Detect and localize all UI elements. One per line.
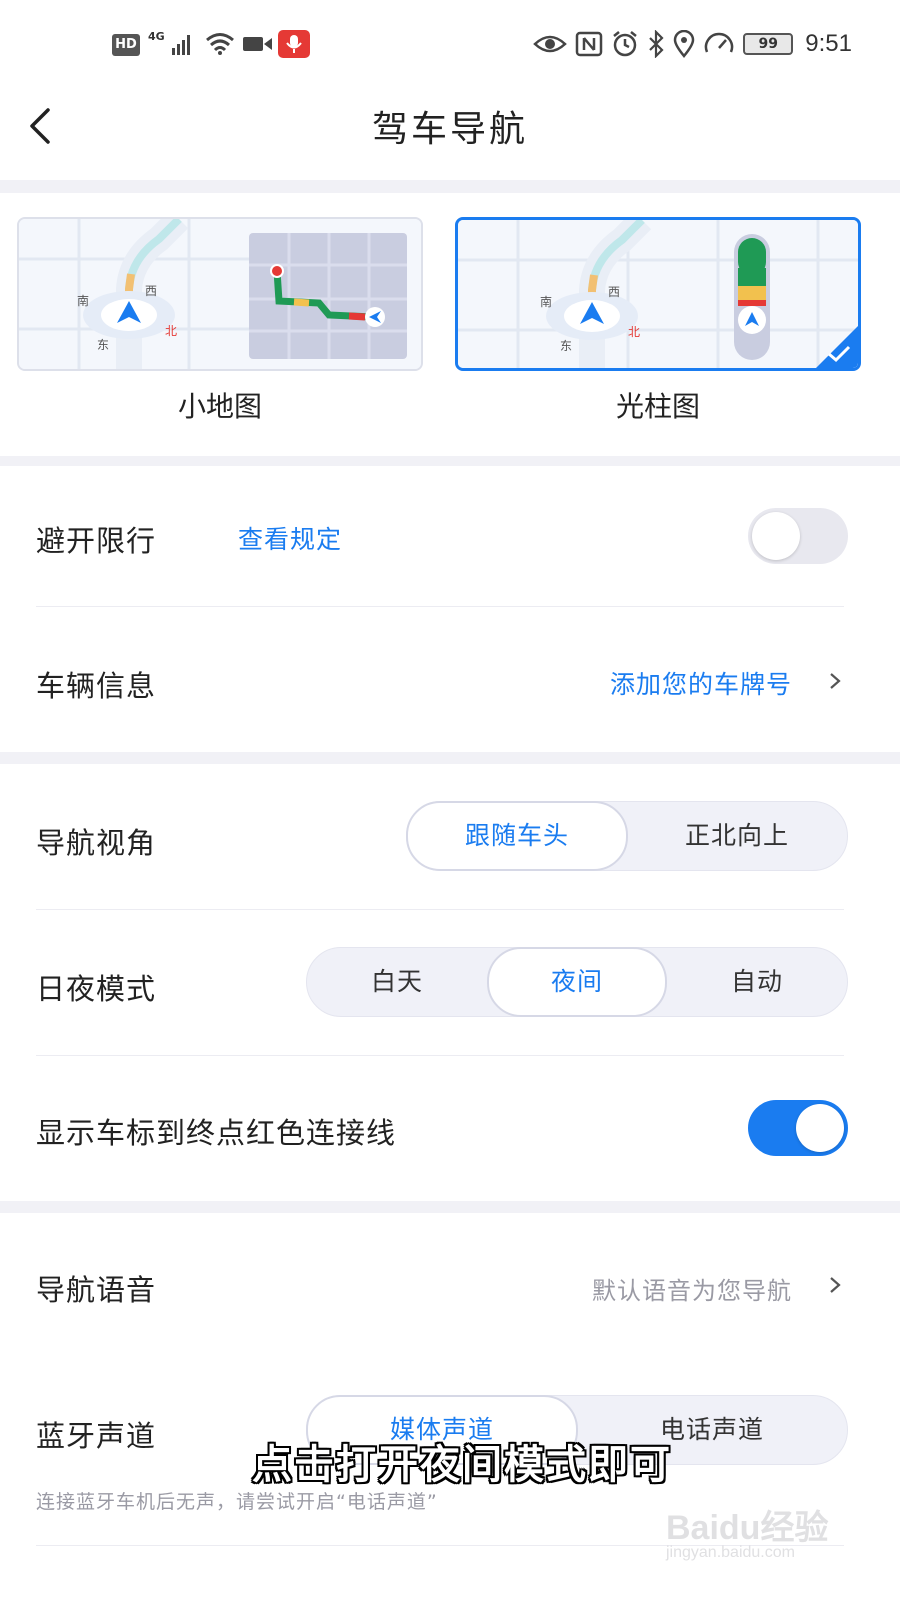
map-style-section: 南 西 东 北 小地图 南 西 东 北 光柱图	[0, 193, 900, 456]
red-line-label: 显示车标到终点红色连接线	[36, 1116, 397, 1150]
video-camera-icon	[243, 37, 272, 51]
light-bar-preview: 南 西 东 北	[458, 220, 858, 368]
nav-view-option-follow[interactable]: 跟随车头	[406, 801, 628, 871]
nav-voice-label: 导航语音	[36, 1273, 157, 1307]
bt-channel-hint: 连接蓝牙车机后无声，请尝试开启“电话声道”	[36, 1491, 438, 1513]
map-style-label-small-map: 小地图	[177, 390, 262, 423]
nav-voice-value: 默认语音为您导航	[592, 1277, 792, 1305]
nav-view-segmented: 跟随车头 正北向上	[406, 801, 848, 871]
status-bar: HD 4G 99 9:51	[0, 0, 900, 90]
status-time: 9:51	[805, 30, 852, 57]
avoid-restriction-toggle[interactable]	[748, 508, 848, 564]
eye-icon	[533, 35, 568, 53]
toggle-knob	[796, 1104, 844, 1152]
day-night-row: 日夜模式 白天 夜间 自动	[0, 910, 900, 1055]
vehicle-info-row[interactable]: 车辆信息 添加您的车牌号	[0, 607, 900, 752]
map-style-label-light-bar: 光柱图	[615, 390, 700, 423]
baidu-jingyan-watermark: Baidu经验 jingyan.baidu.com	[666, 1500, 836, 1568]
location-icon	[674, 30, 695, 58]
watermark-sub: jingyan.baidu.com	[666, 1544, 795, 1561]
day-night-label: 日夜模式	[36, 972, 157, 1006]
map-label-east: 东	[97, 338, 109, 352]
view-rules-link[interactable]: 查看规定	[238, 520, 342, 556]
video-caption: 点击打开夜间模式即可	[252, 1442, 672, 1488]
microphone-recording-icon	[278, 30, 310, 58]
map-label-south-2: 南	[540, 294, 552, 309]
day-night-option-day[interactable]: 白天	[307, 948, 487, 1016]
add-plate-link[interactable]: 添加您的车牌号	[610, 665, 792, 701]
header: 驾车导航	[0, 90, 900, 180]
speedometer-icon	[705, 32, 734, 53]
section-divider	[0, 456, 900, 466]
map-label-west: 西	[145, 284, 157, 298]
day-night-segmented: 白天 夜间 自动	[306, 947, 848, 1017]
map-label-south: 南	[77, 293, 89, 308]
day-night-option-auto[interactable]: 自动	[667, 948, 847, 1016]
map-label-east-2: 东	[560, 339, 572, 353]
bluetooth-icon	[649, 30, 664, 58]
page-title: 驾车导航	[371, 109, 528, 150]
map-style-option-light-bar[interactable]: 南 西 东 北	[455, 217, 861, 371]
map-style-option-small-map[interactable]: 南 西 东 北	[17, 217, 423, 371]
vehicle-info-label: 车辆信息	[36, 669, 157, 703]
bt-channel-label: 蓝牙声道	[36, 1419, 157, 1453]
avoid-restriction-label: 避开限行	[36, 524, 157, 558]
nfc-icon	[576, 31, 603, 57]
chevron-right-icon	[830, 673, 841, 689]
day-night-option-night[interactable]: 夜间	[487, 947, 667, 1017]
nav-view-row: 导航视角 跟随车头 正北向上	[0, 764, 900, 909]
small-map-preview: 南 西 东 北	[19, 219, 421, 369]
chevron-right-icon	[830, 1277, 841, 1293]
section-divider	[0, 752, 900, 764]
watermark-main: Baidu经验	[666, 1509, 829, 1547]
toggle-knob	[752, 512, 800, 560]
map-label-north: 北	[165, 324, 177, 338]
red-line-row: 显示车标到终点红色连接线	[0, 1056, 900, 1201]
battery-indicator: 99	[743, 33, 794, 55]
nav-view-option-north[interactable]: 正北向上	[627, 802, 847, 870]
signal-icon	[172, 35, 190, 55]
red-line-toggle[interactable]	[748, 1100, 848, 1156]
nav-voice-row[interactable]: 导航语音 默认语音为您导航	[0, 1213, 900, 1353]
nav-view-label: 导航视角	[36, 826, 157, 860]
hd-badge: HD	[112, 34, 140, 56]
wifi-icon	[206, 33, 234, 55]
map-label-west-2: 西	[608, 285, 620, 299]
section-divider	[0, 180, 900, 193]
alarm-icon	[613, 31, 638, 57]
section-divider	[0, 1201, 900, 1213]
map-label-north-2: 北	[628, 325, 640, 339]
avoid-restriction-row: 避开限行 查看规定	[0, 466, 900, 606]
check-icon	[828, 345, 851, 363]
